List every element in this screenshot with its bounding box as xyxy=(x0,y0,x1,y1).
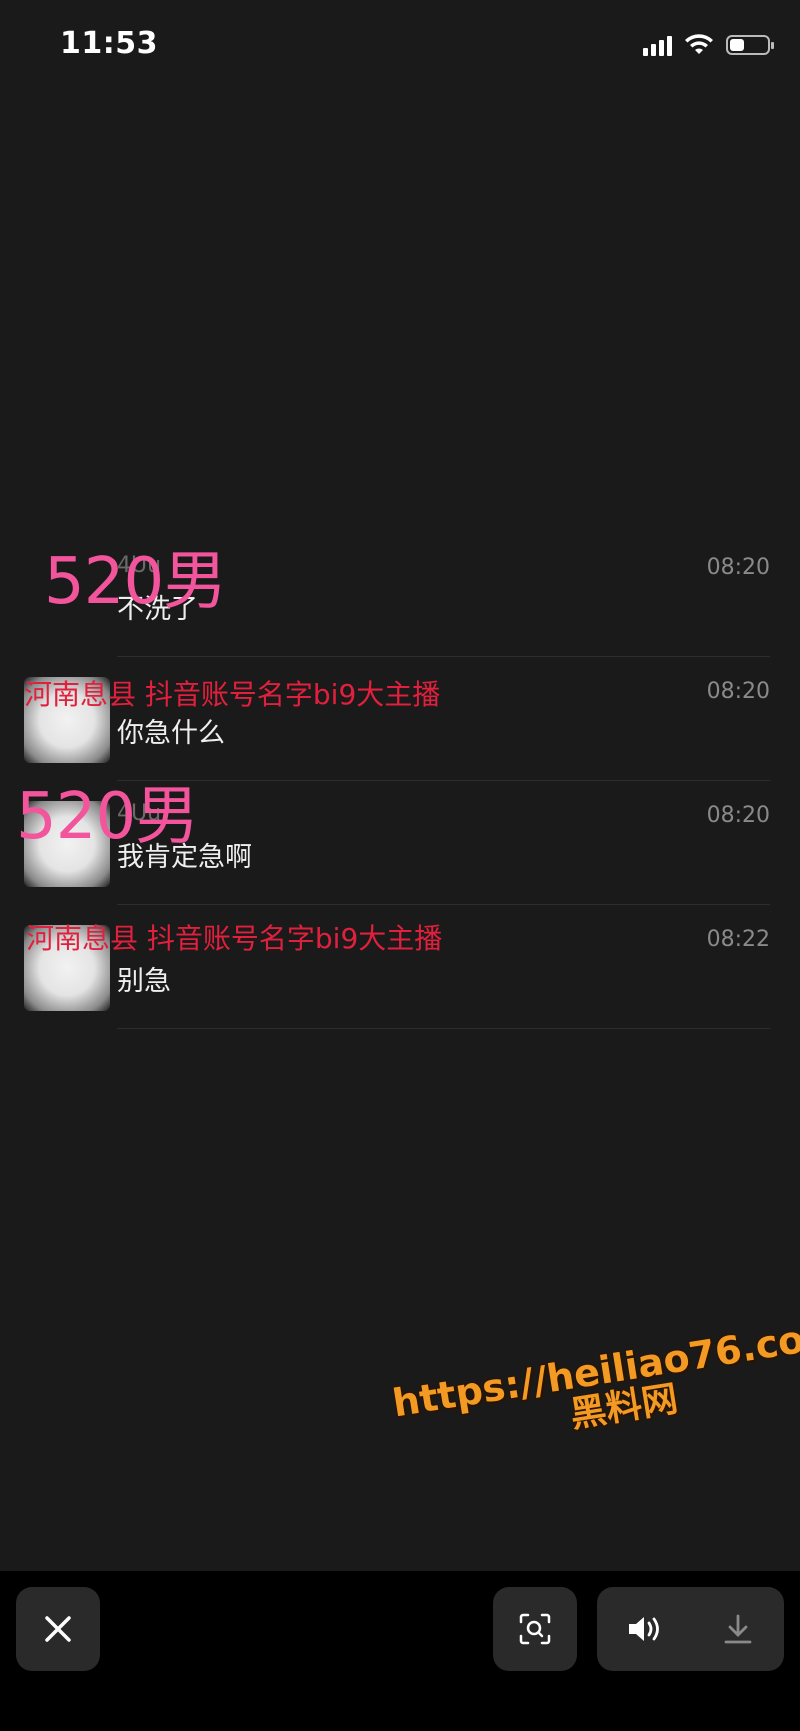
battery-icon xyxy=(726,35,774,55)
media-controls xyxy=(597,1587,784,1671)
wifi-icon xyxy=(685,34,713,54)
scan-search-icon xyxy=(519,1613,551,1645)
message-time: 08:20 xyxy=(706,679,770,704)
message-time: 08:22 xyxy=(706,927,770,952)
scan-search-button[interactable] xyxy=(493,1587,577,1671)
message-time: 08:20 xyxy=(706,803,770,828)
overlay-label-henan-b: 河南息县 抖音账号名字bi9大主播 xyxy=(26,922,443,955)
overlay-label-520-a: 520男 xyxy=(44,545,227,619)
divider xyxy=(117,1028,770,1029)
watermark: https://heiliao76.com 黑料网 xyxy=(390,1311,800,1462)
status-time: 11:53 xyxy=(60,26,158,61)
message-time: 08:20 xyxy=(706,555,770,580)
bottom-toolbar xyxy=(0,1571,800,1731)
download-icon[interactable] xyxy=(721,1612,755,1646)
status-icons xyxy=(643,34,774,56)
overlay-label-520-b: 520男 xyxy=(16,780,199,854)
close-icon xyxy=(45,1616,71,1642)
overlay-label-henan-a: 河南息县 抖音账号名字bi9大主播 xyxy=(24,678,441,711)
close-button[interactable] xyxy=(16,1587,100,1671)
signal-icon xyxy=(643,34,672,56)
speaker-icon[interactable] xyxy=(626,1613,664,1645)
message-text: 别急 xyxy=(117,966,171,997)
message-text: 你急什么 xyxy=(117,718,225,749)
